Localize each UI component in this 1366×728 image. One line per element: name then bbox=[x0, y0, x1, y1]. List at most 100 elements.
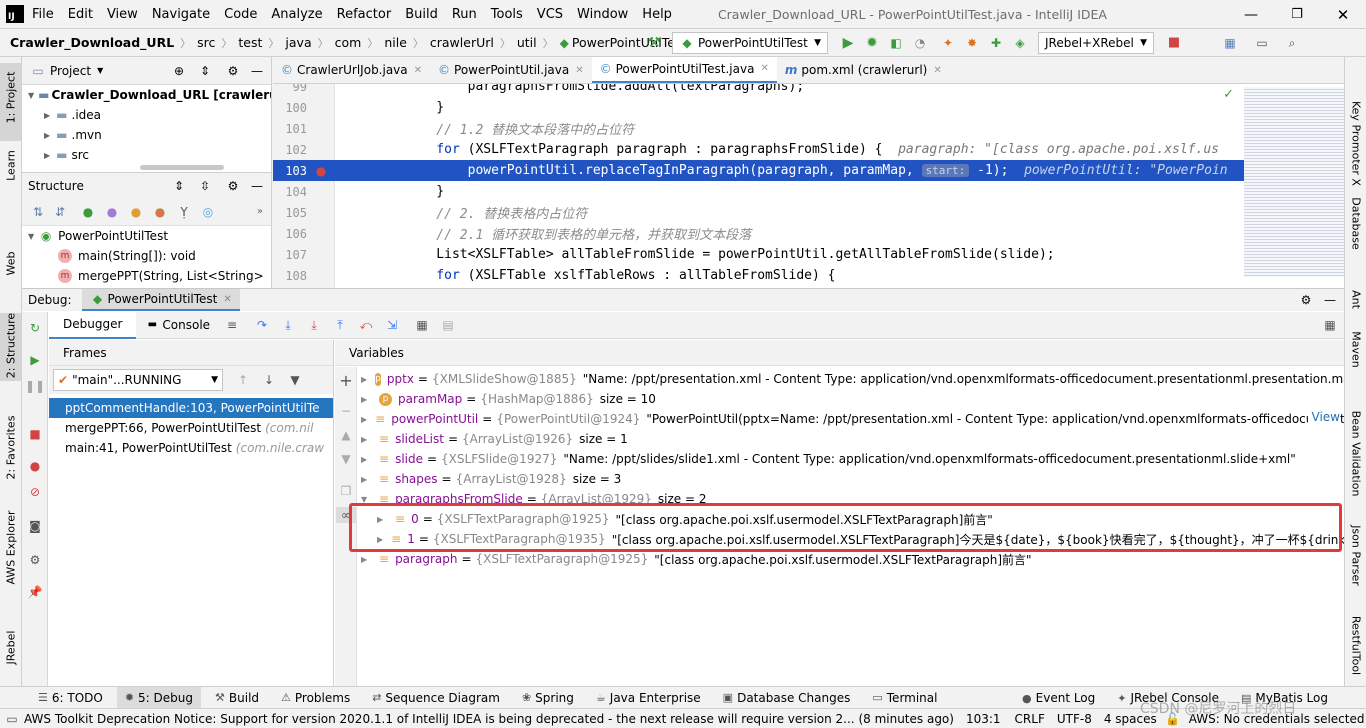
strip-structure-label[interactable]: 2: Structure bbox=[5, 311, 18, 381]
hide-icon[interactable]: — bbox=[1322, 292, 1338, 308]
menu-item-edit[interactable]: Edit bbox=[68, 7, 93, 22]
chevron-right-icon[interactable]: ▶ bbox=[361, 435, 371, 444]
menu-item-vcs[interactable]: VCS bbox=[537, 7, 563, 22]
menu-item-help[interactable]: Help bbox=[642, 7, 672, 22]
property-icon[interactable]: ● bbox=[104, 204, 120, 220]
strip-restful-tool-label[interactable]: RestfulTool bbox=[1350, 605, 1363, 687]
debug-bug-icon[interactable]: ✹ bbox=[864, 35, 880, 51]
breadcrumb-item[interactable]: nile bbox=[384, 35, 407, 50]
breadcrumb-item[interactable]: test bbox=[238, 35, 262, 50]
run-config-select[interactable]: ◆ PowerPointUtilTest ▼ bbox=[672, 32, 828, 54]
structure-member-item[interactable]: m main(String[]): void bbox=[22, 246, 271, 266]
stop-icon[interactable]: ■ bbox=[27, 426, 43, 442]
locate-icon[interactable]: ⊕ bbox=[171, 63, 187, 79]
breadcrumb-item[interactable]: crawlerUrl bbox=[430, 35, 494, 50]
debug-session-tab[interactable]: ◆ PowerPointUtilTest ✕ bbox=[81, 289, 240, 311]
chevron-down-icon[interactable]: ▼ bbox=[28, 91, 34, 100]
chevron-right-icon[interactable]: ▶ bbox=[361, 395, 371, 404]
profiler-icon[interactable]: ◔ bbox=[912, 35, 928, 51]
menu-item-run[interactable]: Run bbox=[452, 7, 477, 22]
step-out-icon[interactable]: ⤒ bbox=[332, 317, 348, 333]
layout-icon[interactable]: ▭ bbox=[1254, 35, 1270, 51]
filter-icon[interactable]: ▼ bbox=[287, 372, 303, 388]
project-panel-title[interactable]: Project bbox=[50, 64, 91, 78]
breadcrumb-item[interactable]: Crawler_Download_URL bbox=[10, 35, 174, 50]
sort-icon[interactable]: ⇅ bbox=[30, 204, 46, 220]
strip-favorites-label[interactable]: 2: Favorites bbox=[5, 409, 18, 487]
gear-icon[interactable]: ⚙ bbox=[1298, 292, 1314, 308]
structure-class-item[interactable]: ▼ ◉ PowerPointUtilTest bbox=[22, 226, 271, 246]
search-everywhere-icon[interactable]: ⌕ bbox=[1284, 35, 1300, 51]
resume-icon[interactable]: ▶ bbox=[27, 352, 43, 368]
jrebel-run-icon[interactable]: ✦ bbox=[940, 35, 956, 51]
variable-row[interactable]: ▶ p pptx = {XMLSlideShow@1885} "Name: /ppt/pr… bbox=[357, 369, 1344, 389]
menu-icon[interactable]: ≡ bbox=[224, 317, 240, 333]
inherited-icon[interactable]: ● bbox=[80, 204, 96, 220]
bottom-tab[interactable]: ❀ Spring bbox=[514, 687, 582, 709]
breakpoint-icon[interactable]: ● bbox=[307, 164, 335, 178]
drop-frame-icon[interactable]: ⤺ bbox=[358, 317, 374, 333]
no-problems-icon[interactable]: ✓ bbox=[1223, 87, 1234, 102]
bottom-tab[interactable]: ● Event Log bbox=[1014, 687, 1103, 709]
hide-icon[interactable]: — bbox=[249, 63, 265, 79]
menu-item-code[interactable]: Code bbox=[224, 7, 257, 22]
bottom-tab[interactable]: ▭ Terminal bbox=[864, 687, 945, 709]
jrebel-update-icon[interactable]: ✚ bbox=[988, 35, 1004, 51]
editor-tab[interactable]: © PowerPointUtilTest.java ✕ bbox=[591, 57, 777, 83]
chevron-right-icon[interactable]: ▶ bbox=[44, 111, 50, 120]
close-icon[interactable]: ✕ bbox=[223, 294, 231, 305]
field-icon[interactable]: ● bbox=[128, 204, 144, 220]
coverage-icon[interactable]: ◧ bbox=[888, 35, 904, 51]
strip-bean-validation-label[interactable]: Bean Validation bbox=[1350, 401, 1363, 507]
menu-item-refactor[interactable]: Refactor bbox=[337, 7, 392, 22]
more-icon[interactable]: » bbox=[257, 206, 263, 217]
hide-icon[interactable]: — bbox=[249, 178, 265, 194]
jrebel-debug-icon[interactable]: ✸ bbox=[964, 35, 980, 51]
structure-member-item[interactable]: m mergePPT(String, List<String> bbox=[22, 266, 271, 286]
breadcrumb-item[interactable]: com bbox=[335, 35, 362, 50]
chevron-right-icon[interactable]: ▶ bbox=[361, 475, 371, 484]
file-encoding[interactable]: UTF-8 bbox=[1057, 712, 1092, 726]
menu-item-tools[interactable]: Tools bbox=[491, 7, 523, 22]
project-structure-icon[interactable]: ▦ bbox=[1222, 35, 1238, 51]
editor-tab[interactable]: m pom.xml (crawlerurl) ✕ bbox=[777, 57, 950, 83]
bottom-tab[interactable]: ☕ Java Enterprise bbox=[588, 687, 709, 709]
run-to-cursor-icon[interactable]: ⇲ bbox=[384, 317, 400, 333]
bottom-tab[interactable]: ▣ Database Changes bbox=[715, 687, 859, 709]
status-message[interactable]: AWS Toolkit Deprecation Notice: Support … bbox=[24, 712, 954, 726]
strip-json-parser-label[interactable]: Json Parser bbox=[1350, 519, 1363, 593]
chevron-right-icon[interactable]: ▶ bbox=[361, 455, 371, 464]
expand-all-icon[interactable]: ⇕ bbox=[171, 178, 187, 194]
tree-icon[interactable]: Ỵ bbox=[176, 204, 192, 220]
copy-icon[interactable]: ❐ bbox=[338, 483, 354, 499]
gear-icon[interactable]: ⚙ bbox=[225, 178, 241, 194]
variable-row[interactable]: ▶ ≡ shapes = {ArrayList@1928} size = 3 bbox=[357, 469, 1344, 489]
evaluate-icon[interactable]: ▦ bbox=[414, 317, 430, 333]
chevron-right-icon[interactable]: ▶ bbox=[361, 415, 367, 424]
move-up-icon[interactable]: ▲ bbox=[338, 427, 354, 443]
chevron-right-icon[interactable]: ▶ bbox=[361, 555, 371, 564]
close-icon[interactable]: ✕ bbox=[575, 65, 583, 76]
project-tree-item[interactable]: ▶ ▬ src bbox=[22, 145, 271, 165]
menu-item-view[interactable]: View bbox=[107, 7, 138, 22]
rerun-icon[interactable]: ↻ bbox=[27, 320, 43, 336]
strip-ant-label[interactable]: Ant bbox=[1350, 280, 1363, 320]
run-icon[interactable]: ▶ bbox=[840, 35, 856, 51]
strip-web-label[interactable]: Web bbox=[5, 239, 18, 289]
strip-key-promoter-label[interactable]: Key Promoter X bbox=[1350, 95, 1363, 193]
frame-item[interactable]: mergePPT:66, PowerPointUtilTest (com.nil bbox=[49, 418, 333, 438]
remove-watch-icon[interactable]: − bbox=[338, 403, 354, 419]
chevron-right-icon[interactable]: ▶ bbox=[361, 375, 367, 384]
caret-position[interactable]: 103:1 bbox=[966, 712, 1001, 726]
strip-maven-label[interactable]: Maven bbox=[1350, 325, 1363, 375]
project-tree-item[interactable]: ▶ ▬ .mvn bbox=[22, 125, 271, 145]
breadcrumb-item[interactable]: java bbox=[285, 35, 311, 50]
arrow-down-icon[interactable]: ↓ bbox=[261, 372, 277, 388]
bottom-tab[interactable]: ☰ 6: TODO bbox=[30, 687, 111, 709]
strip-database-label[interactable]: Database bbox=[1350, 193, 1363, 255]
editor-tab[interactable]: © CrawlerUrlJob.java ✕ bbox=[273, 57, 430, 83]
menu-item-window[interactable]: Window bbox=[577, 7, 628, 22]
step-over-icon[interactable]: ⤓ bbox=[280, 317, 296, 333]
close-window-button[interactable]: ✕ bbox=[1320, 6, 1366, 24]
tab-console[interactable]: ▬ Console bbox=[136, 312, 218, 339]
